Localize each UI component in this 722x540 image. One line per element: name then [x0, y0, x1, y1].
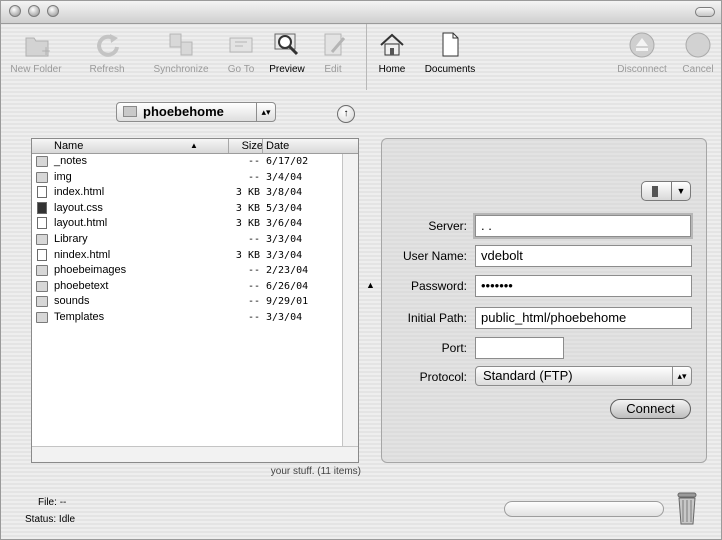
- table-row[interactable]: img -- 3/4/04: [32, 170, 358, 186]
- password-field[interactable]: •••••••: [475, 275, 692, 297]
- cancel-button[interactable]: Cancel: [677, 30, 719, 75]
- go-to-icon: [226, 30, 256, 60]
- folder-popup[interactable]: phoebehome ▴▾: [116, 102, 276, 122]
- table-row[interactable]: sounds -- 9/29/01: [32, 294, 358, 310]
- protocol-select[interactable]: Standard (FTP) ▴▾: [475, 366, 692, 386]
- trash-icon[interactable]: [675, 490, 699, 526]
- refresh-icon: [92, 30, 122, 60]
- connection-status: Status: Idle: [25, 514, 76, 525]
- folder-popup-label: phoebehome: [143, 104, 224, 119]
- date-column-header[interactable]: Date: [262, 139, 346, 153]
- edit-icon: [318, 30, 348, 60]
- folder-icon: [36, 265, 48, 277]
- go-to-button[interactable]: Go To: [219, 30, 263, 75]
- zoom-window-button[interactable]: [47, 5, 59, 17]
- refresh-button[interactable]: Refresh: [71, 30, 143, 75]
- pane-splitter-icon[interactable]: ▲: [366, 280, 375, 290]
- initial-path-field[interactable]: public_html/phoebehome: [475, 307, 692, 329]
- port-field[interactable]: [475, 337, 564, 359]
- toolbar-toggle-button[interactable]: [695, 7, 715, 17]
- table-row[interactable]: layout.css 3 KB 5/3/04: [32, 201, 358, 217]
- table-row[interactable]: Library -- 3/3/04: [32, 232, 358, 248]
- up-arrow-icon: ↑: [343, 108, 349, 119]
- folder-icon: [36, 311, 48, 323]
- toolbar: + New Folder Refresh Synchronize Go To P…: [1, 24, 721, 92]
- connect-button[interactable]: Connect: [610, 399, 691, 419]
- updown-arrow-icon: ▴▾: [256, 103, 275, 121]
- disconnect-icon: [627, 30, 657, 60]
- new-folder-icon: +: [21, 30, 51, 60]
- fetch-window: + New Folder Refresh Synchronize Go To P…: [0, 0, 722, 540]
- table-row[interactable]: layout.html 3 KB 3/6/04: [32, 216, 358, 232]
- disconnect-button[interactable]: Disconnect: [611, 30, 673, 75]
- progress-bar: [504, 501, 664, 517]
- css-file-icon: [37, 201, 47, 214]
- table-row[interactable]: index.html 3 KB 3/8/04: [32, 185, 358, 201]
- table-row[interactable]: _notes -- 6/17/02: [32, 154, 358, 170]
- home-button[interactable]: Home: [375, 30, 409, 75]
- local-file-list[interactable]: Name ▲ Size Date _notes -- 6/17/02 img -- 3/…: [31, 138, 359, 463]
- new-folder-button[interactable]: + New Folder: [7, 30, 65, 75]
- folder-icon: [123, 106, 137, 117]
- username-label: User Name:: [402, 249, 467, 263]
- documents-button[interactable]: Documents: [419, 30, 481, 75]
- file-status: File: --: [38, 497, 67, 508]
- folder-icon: [36, 233, 48, 245]
- table-row[interactable]: Templates -- 3/3/04: [32, 310, 358, 326]
- document-icon: [435, 30, 465, 60]
- server-label: Server:: [428, 219, 467, 233]
- close-window-button[interactable]: [9, 5, 21, 17]
- toolbar-separator: [366, 24, 367, 90]
- preview-button[interactable]: Preview: [263, 30, 311, 75]
- title-bar: [1, 1, 721, 24]
- table-row[interactable]: phoebetext -- 6/26/04: [32, 279, 358, 295]
- table-row[interactable]: phoebeimages -- 2/23/04: [32, 263, 358, 279]
- item-count: your stuff. (11 items): [270, 466, 361, 477]
- horizontal-scrollbar[interactable]: [32, 446, 358, 462]
- password-label: Password:: [410, 279, 467, 293]
- vertical-scrollbar[interactable]: [342, 154, 358, 446]
- minimize-window-button[interactable]: [28, 5, 40, 17]
- synchronize-button[interactable]: Synchronize: [143, 30, 219, 75]
- username-field[interactable]: vdebolt: [475, 245, 692, 267]
- sort-ascending-icon: ▲: [190, 141, 198, 150]
- stop-icon: [683, 30, 713, 60]
- file-rows: _notes -- 6/17/02 img -- 3/4/04 index.html 3 …: [32, 154, 358, 326]
- folder-icon: [36, 171, 48, 183]
- enclosing-folder-button[interactable]: ↑: [337, 105, 355, 123]
- magnifier-icon: [272, 30, 302, 60]
- updown-arrow-icon: ▴▾: [672, 367, 691, 385]
- table-row[interactable]: nindex.html 3 KB 3/3/04: [32, 248, 358, 264]
- html-file-icon: [37, 248, 47, 261]
- folder-icon: [36, 280, 48, 292]
- html-file-icon: [37, 186, 47, 199]
- port-label: Port:: [441, 341, 467, 355]
- svg-text:+: +: [41, 44, 51, 58]
- folder-icon: [36, 296, 48, 308]
- chevron-down-icon: ▼: [671, 182, 690, 200]
- protocol-label: Protocol:: [419, 370, 467, 384]
- shortcuts-menu-button[interactable]: ▼: [641, 181, 691, 201]
- server-field[interactable]: . .: [475, 215, 691, 237]
- bookmark-icon: [652, 186, 658, 197]
- synchronize-icon: [166, 30, 196, 60]
- html-file-icon: [37, 217, 47, 230]
- folder-icon: [36, 156, 48, 167]
- edit-button[interactable]: Edit: [313, 30, 353, 75]
- size-column-header[interactable]: Size: [228, 139, 265, 153]
- file-list-header: Name ▲ Size Date: [32, 139, 358, 154]
- house-icon: [377, 30, 407, 60]
- initial-path-label: Initial Path:: [407, 311, 467, 325]
